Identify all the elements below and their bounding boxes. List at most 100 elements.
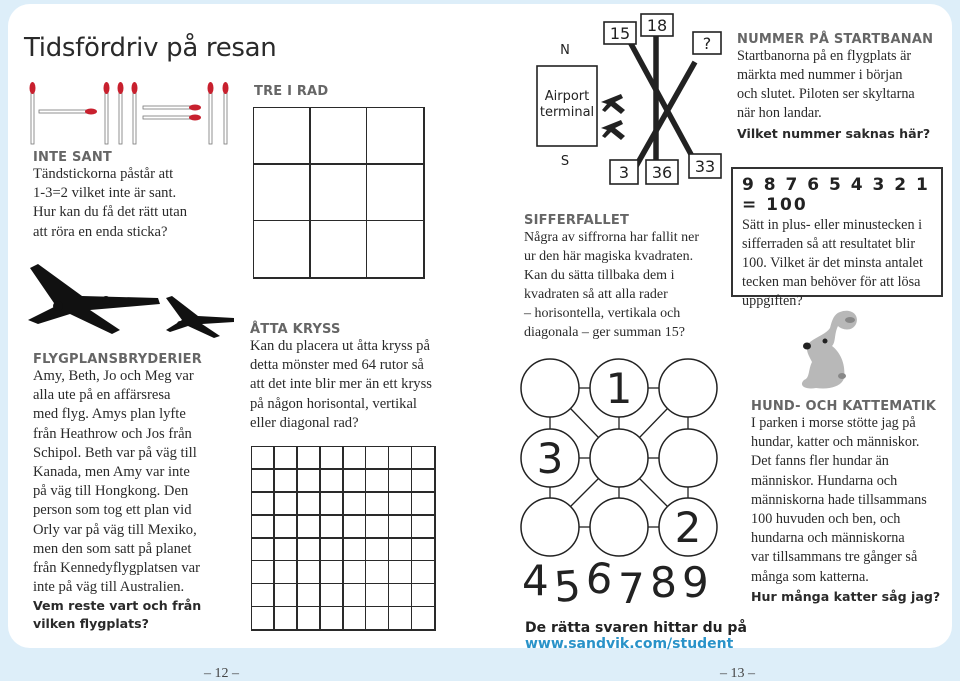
grid-cell[interactable] xyxy=(342,582,367,608)
grid-cell[interactable] xyxy=(273,468,298,493)
grid-cell[interactable] xyxy=(364,605,390,630)
matchstick-horizontal xyxy=(142,114,201,121)
text-line: Kan du sätta tillbaka dem i xyxy=(524,268,675,283)
dog-icon xyxy=(801,310,857,389)
grid-cell[interactable] xyxy=(319,468,344,493)
grid-cell[interactable] xyxy=(250,605,275,630)
text-line: när hon landar. xyxy=(737,105,822,121)
equation-text: 9 8 7 6 5 4 3 2 1 = 100 xyxy=(742,175,930,215)
grid-cell[interactable] xyxy=(387,537,413,562)
grid-cell[interactable] xyxy=(342,514,367,539)
grid-cell[interactable] xyxy=(296,468,321,493)
grid-cell[interactable] xyxy=(319,491,344,516)
grid-cell[interactable] xyxy=(296,537,321,562)
text-line: att det inte blir mer än ett kryss xyxy=(250,376,432,393)
grid-cell[interactable] xyxy=(410,514,435,539)
fallen-digit: 7 xyxy=(618,564,645,613)
grid-cell[interactable] xyxy=(342,491,367,516)
grid-cell[interactable] xyxy=(319,605,344,630)
grid-cell[interactable] xyxy=(342,537,367,562)
answers-link[interactable]: www.sandvik.com/student xyxy=(525,636,733,652)
grid-cell[interactable] xyxy=(250,582,275,608)
text-line: tecken man behöver för att lösa xyxy=(742,274,921,290)
grid-cell[interactable] xyxy=(364,582,390,608)
grid-cell[interactable] xyxy=(319,582,344,608)
grid-cell[interactable] xyxy=(309,106,368,165)
grid-cell[interactable] xyxy=(364,468,390,493)
grid-cell[interactable] xyxy=(296,445,321,470)
grid-cell[interactable] xyxy=(296,491,321,516)
grid-cell[interactable] xyxy=(250,491,275,516)
grid-cell[interactable] xyxy=(387,559,413,585)
grid-cell[interactable] xyxy=(296,582,321,608)
grid-cell[interactable] xyxy=(410,605,435,630)
grid-cell[interactable] xyxy=(296,605,321,630)
grid-cell[interactable] xyxy=(296,559,321,585)
text-line: var tillsammans tre gånger så xyxy=(751,549,918,566)
grid-cell[interactable] xyxy=(364,537,390,562)
grid-cell[interactable] xyxy=(309,163,368,222)
hund-question: Hur många katter såg jag? xyxy=(751,588,941,604)
sign-text: ? xyxy=(703,34,712,53)
grid-cell[interactable] xyxy=(387,491,413,516)
grid-cell[interactable] xyxy=(342,468,367,493)
text-line: med flyg. Amys plan lyfte xyxy=(33,406,186,423)
grid-cell[interactable] xyxy=(387,514,413,539)
text-line: människor. Hundarna och xyxy=(751,472,898,489)
grid-cell[interactable] xyxy=(364,445,390,470)
grid-cell[interactable] xyxy=(365,219,424,278)
grid-cell[interactable] xyxy=(365,106,424,165)
text-line: 100. Vilket är det minsta antalet xyxy=(742,255,923,271)
grid-cell[interactable] xyxy=(342,445,367,470)
grid-cell[interactable] xyxy=(319,445,344,470)
grid-cell[interactable] xyxy=(387,445,413,470)
grid-cell[interactable] xyxy=(252,106,311,165)
grid-cell[interactable] xyxy=(365,163,424,222)
grid-cell[interactable] xyxy=(342,605,367,630)
grid-cell[interactable] xyxy=(250,445,275,470)
grid-cell[interactable] xyxy=(387,605,413,630)
text-line: från Heathrow och Jos från xyxy=(33,425,192,442)
matchstick-vertical xyxy=(103,82,110,145)
grid-cell[interactable] xyxy=(364,491,390,516)
grid-cell[interactable] xyxy=(319,559,344,585)
question-line: vilken flygplats? xyxy=(33,616,149,632)
tic-tac-toe-grid[interactable] xyxy=(252,106,425,279)
grid-cell[interactable] xyxy=(410,537,435,562)
grid-cell[interactable] xyxy=(387,468,413,493)
grid-cell[interactable] xyxy=(273,605,298,630)
grid-cell[interactable] xyxy=(250,537,275,562)
grid-cell[interactable] xyxy=(410,468,435,493)
grid-cell[interactable] xyxy=(250,514,275,539)
grid-cell[interactable] xyxy=(364,559,390,585)
grid-cell[interactable] xyxy=(273,445,298,470)
atta-kryss-text: Kan du placera ut åtta kryss på detta mö… xyxy=(250,337,490,433)
text-line: Schipol. Beth var på väg till xyxy=(33,444,197,461)
grid-cell[interactable] xyxy=(387,582,413,608)
grid-cell[interactable] xyxy=(250,468,275,493)
grid-cell[interactable] xyxy=(410,491,435,516)
text-line: person som tog ett plan vid xyxy=(33,502,192,519)
fallen-digit: 4 xyxy=(522,556,549,605)
grid-cell[interactable] xyxy=(410,559,435,585)
grid-cell[interactable] xyxy=(410,582,435,608)
grid-cell[interactable] xyxy=(273,537,298,562)
text-line: kvadraten så att alla rader xyxy=(524,287,668,302)
text-line: märkta med nummer i början xyxy=(737,67,903,83)
grid-cell[interactable] xyxy=(252,163,311,222)
grid-cell[interactable] xyxy=(273,514,298,539)
chessboard-grid[interactable] xyxy=(250,445,436,631)
grid-cell[interactable] xyxy=(364,514,390,539)
fallen-digit: 8 xyxy=(648,557,678,608)
grid-cell[interactable] xyxy=(273,491,298,516)
grid-cell[interactable] xyxy=(319,537,344,562)
grid-cell[interactable] xyxy=(309,219,368,278)
grid-cell[interactable] xyxy=(296,514,321,539)
grid-cell[interactable] xyxy=(250,559,275,585)
grid-cell[interactable] xyxy=(342,559,367,585)
grid-cell[interactable] xyxy=(273,559,298,585)
grid-cell[interactable] xyxy=(273,582,298,608)
grid-cell[interactable] xyxy=(319,514,344,539)
grid-cell[interactable] xyxy=(410,445,435,470)
grid-cell[interactable] xyxy=(252,219,311,278)
